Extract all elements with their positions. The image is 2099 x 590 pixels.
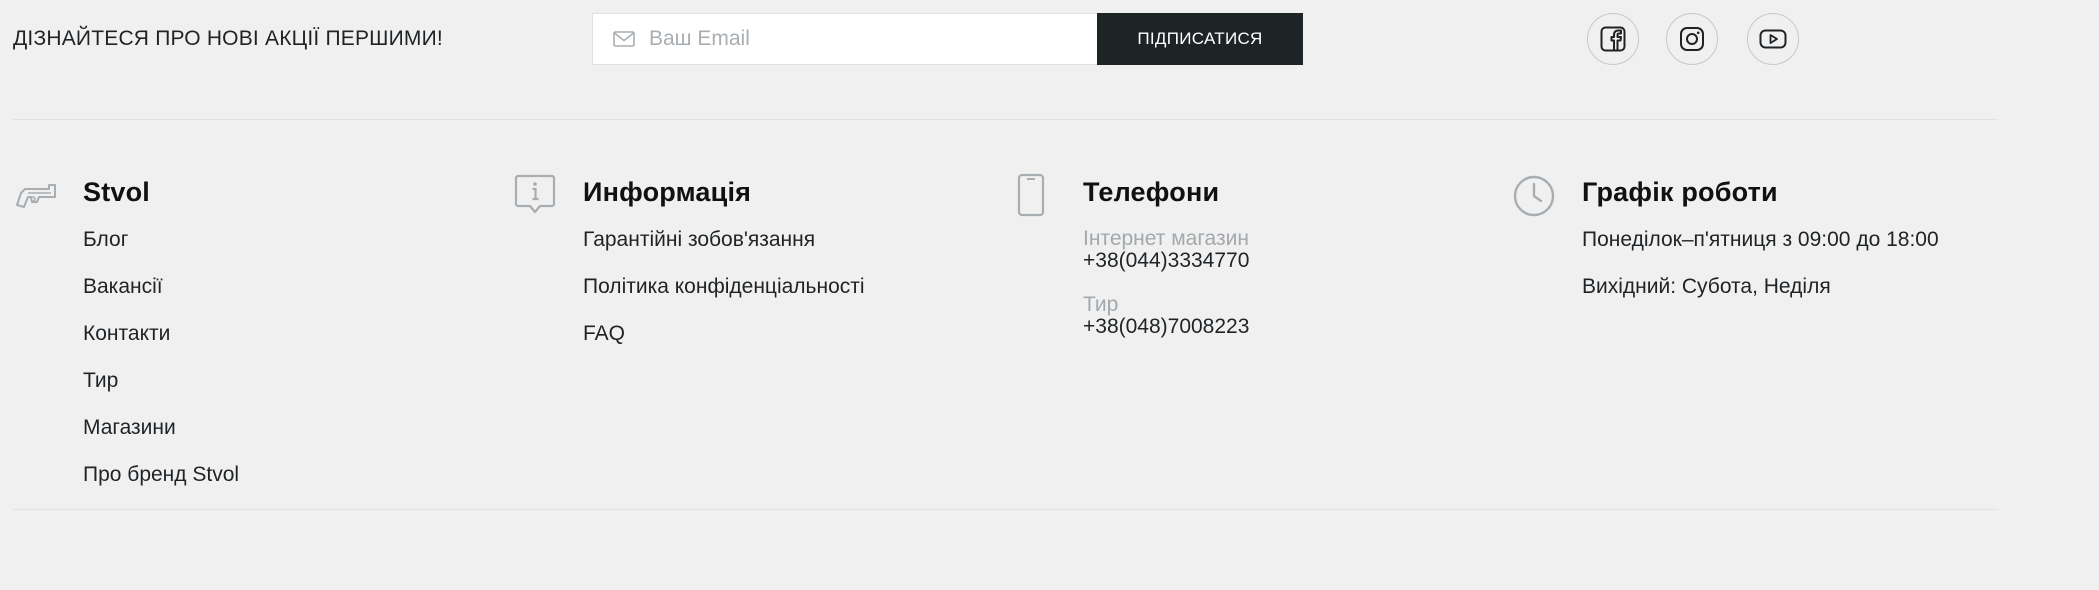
subscribe-text: ДІЗНАЙТЕСЯ ПРО НОВІ АКЦІЇ ПЕРШИМИ! bbox=[13, 27, 443, 50]
youtube-link[interactable] bbox=[1747, 13, 1799, 65]
mail-icon bbox=[613, 31, 635, 47]
instagram-icon bbox=[1680, 27, 1704, 51]
footer-link-shooting-range[interactable]: Тир bbox=[83, 369, 239, 416]
email-field-wrapper[interactable] bbox=[592, 13, 1098, 65]
divider bbox=[13, 509, 1998, 510]
schedule-weekend: Вихідний: Субота, Неділя bbox=[1582, 275, 1831, 298]
footer-link-warranty[interactable]: Гарантійні зобов'язання bbox=[583, 228, 865, 275]
email-input[interactable] bbox=[649, 27, 1079, 51]
youtube-icon bbox=[1759, 29, 1787, 49]
schedule-weekdays: Понеділок–п'ятниця з 09:00 до 18:00 bbox=[1582, 228, 1939, 251]
phone-number[interactable]: +38(048)7008223 bbox=[1083, 316, 1249, 338]
footer-link-faq[interactable]: FAQ bbox=[583, 322, 865, 369]
footer-link-privacy-policy[interactable]: Політика конфіденціальності bbox=[583, 275, 865, 322]
footer-link-about-brand[interactable]: Про бренд Stvol bbox=[83, 463, 239, 510]
phone-number[interactable]: +38(044)3334770 bbox=[1083, 250, 1249, 272]
phone-list: Інтернет магазин +38(044)3334770 Тир +38… bbox=[1083, 228, 1249, 360]
facebook-icon bbox=[1600, 26, 1626, 52]
subscribe-button[interactable]: ПІДПИСАТИСЯ bbox=[1097, 13, 1303, 65]
phone-label: Інтернет магазин bbox=[1083, 227, 1249, 250]
phone-item: Інтернет магазин +38(044)3334770 bbox=[1083, 228, 1249, 272]
phone-icon bbox=[1017, 173, 1045, 217]
footer-link-vacancies[interactable]: Вакансії bbox=[83, 275, 239, 322]
footer-link-stores[interactable]: Магазини bbox=[83, 416, 239, 463]
clock-icon bbox=[1513, 175, 1555, 217]
brand-links: Блог Вакансії Контакти Тир Магазини Про … bbox=[83, 228, 239, 510]
phone-item: Тир +38(048)7008223 bbox=[1083, 294, 1249, 338]
info-links: Гарантійні зобов'язання Політика конфіде… bbox=[583, 228, 865, 369]
schedule-lines: Понеділок–п'ятниця з 09:00 до 18:00 Вихі… bbox=[1582, 228, 1939, 322]
column-title: Stvol bbox=[83, 177, 151, 207]
column-title: Графік роботи bbox=[1582, 177, 1778, 207]
divider bbox=[13, 119, 1998, 120]
gun-icon bbox=[16, 184, 56, 208]
column-title: Телефони bbox=[1083, 177, 1220, 207]
facebook-link[interactable] bbox=[1587, 13, 1639, 65]
footer-link-contacts[interactable]: Контакти bbox=[83, 322, 239, 369]
instagram-link[interactable] bbox=[1666, 13, 1718, 65]
info-bubble-icon bbox=[514, 174, 556, 214]
phone-label: Тир bbox=[1083, 293, 1119, 316]
column-title: Информація bbox=[583, 177, 752, 207]
footer-link-blog[interactable]: Блог bbox=[83, 228, 239, 275]
